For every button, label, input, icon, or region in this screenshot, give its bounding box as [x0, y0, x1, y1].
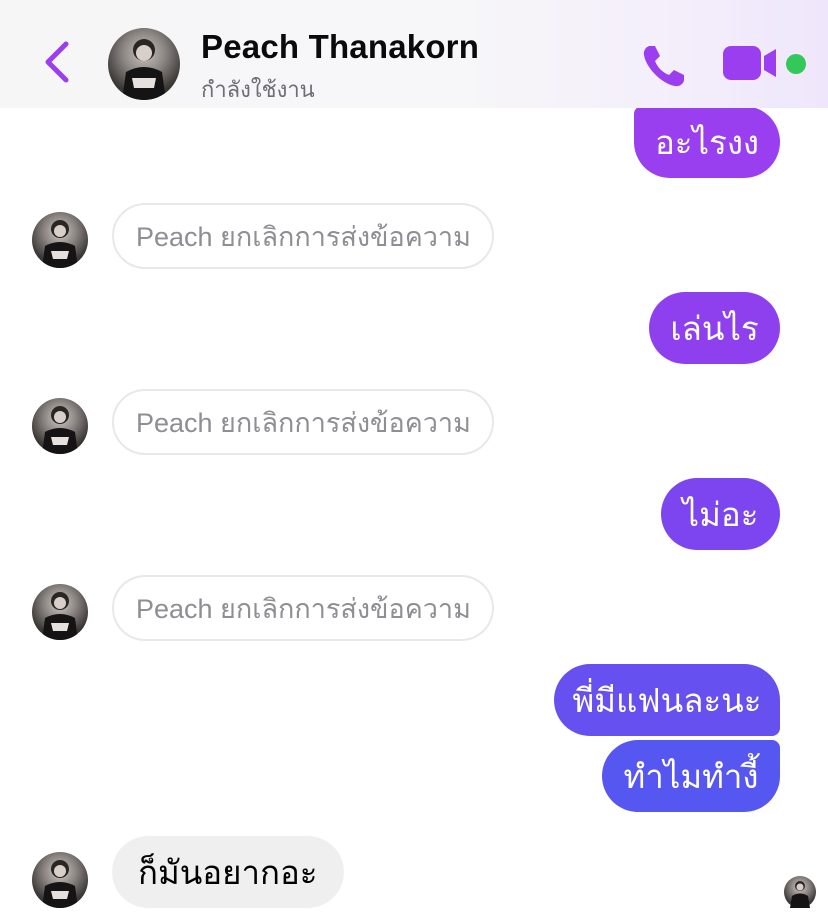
outgoing-message[interactable]: ทำไมทำงี้ — [602, 740, 780, 812]
unsent-message-notice: Peach ยกเลิกการส่งข้อความ — [112, 575, 494, 641]
outgoing-message[interactable]: อะไรงง — [634, 106, 780, 178]
video-camera-icon — [723, 46, 776, 80]
contact-avatar-small[interactable] — [32, 852, 88, 908]
unsent-message-notice: Peach ยกเลิกการส่งข้อความ — [112, 203, 494, 269]
outgoing-message[interactable]: เล่นไร — [649, 292, 780, 364]
contact-avatar-small[interactable] — [32, 398, 88, 454]
contact-name[interactable]: Peach Thanakorn — [201, 28, 479, 66]
contact-avatar-small[interactable] — [32, 584, 88, 640]
seen-avatar-indicator — [784, 876, 816, 908]
outgoing-message[interactable]: พี่มีแฟนละนะ — [554, 664, 780, 736]
chevron-left-icon — [45, 41, 69, 83]
avatar-photo — [42, 406, 78, 454]
outgoing-message[interactable]: ไม่อะ — [661, 478, 780, 550]
avatar-photo — [790, 881, 810, 908]
avatar-photo — [42, 220, 78, 268]
avatar-photo — [42, 860, 78, 908]
incoming-message[interactable]: ก็มันอยากอะ — [112, 836, 344, 908]
chat-screen: Peach Thanakorn กำลังใช้งาน อะไรงง Peach… — [0, 0, 828, 914]
contact-avatar-small[interactable] — [32, 212, 88, 268]
back-button[interactable] — [40, 40, 80, 84]
unsent-message-notice: Peach ยกเลิกการส่งข้อความ — [112, 389, 494, 455]
avatar-photo — [42, 592, 78, 640]
active-status: กำลังใช้งาน — [201, 77, 315, 102]
online-indicator — [786, 54, 806, 74]
phone-icon — [643, 46, 684, 87]
chat-header: Peach Thanakorn กำลังใช้งาน — [0, 0, 828, 108]
voice-call-button[interactable] — [640, 42, 688, 90]
contact-avatar[interactable] — [108, 28, 180, 100]
video-call-button[interactable] — [722, 44, 778, 82]
avatar-photo — [122, 39, 166, 100]
